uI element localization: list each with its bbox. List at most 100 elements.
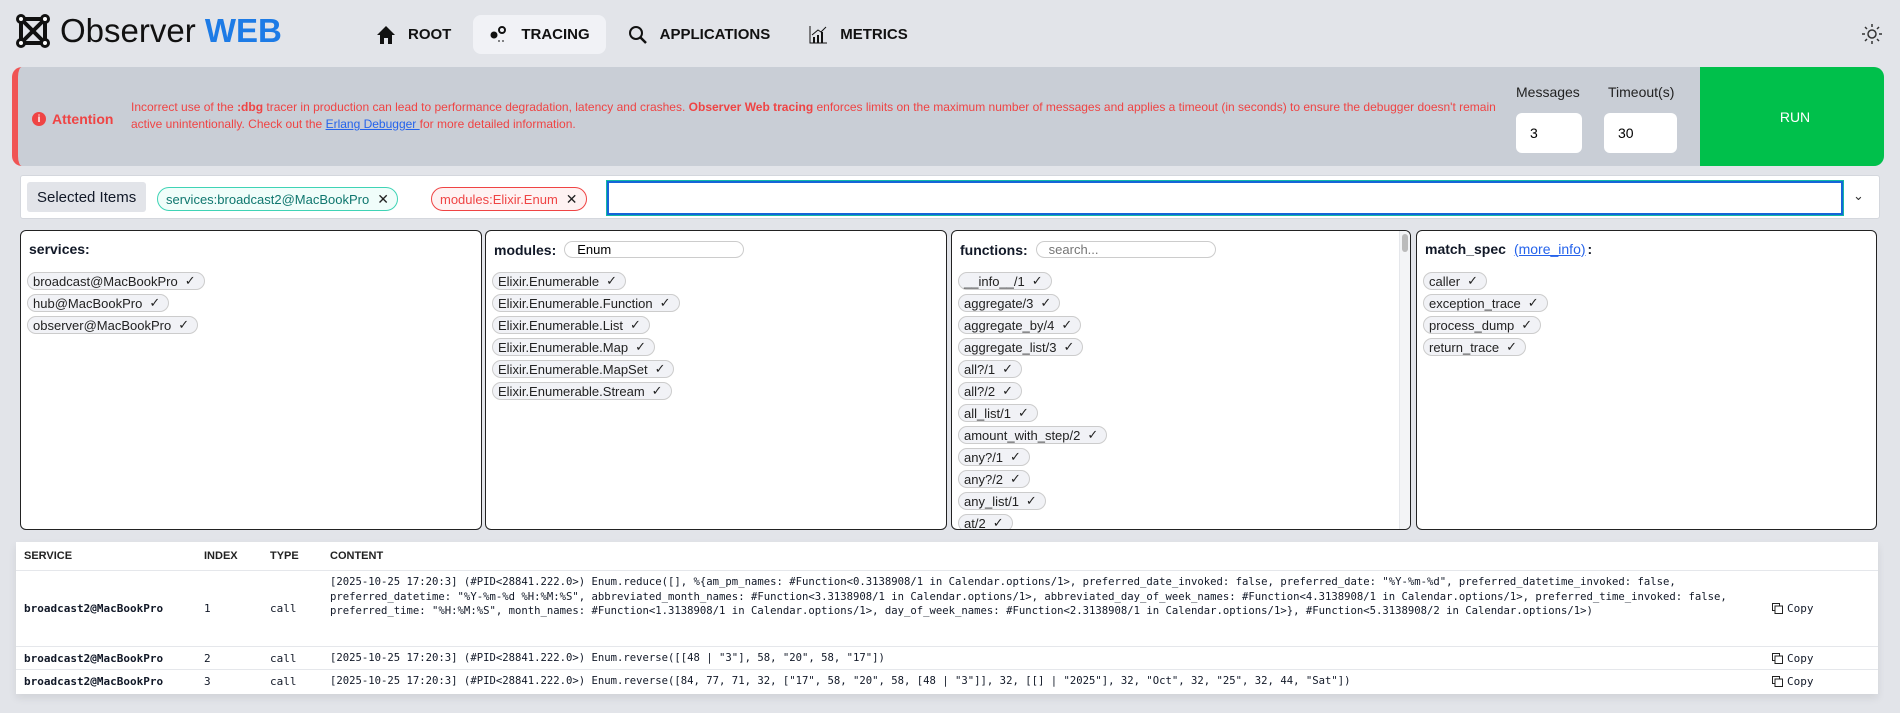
chart-icon — [809, 25, 828, 43]
check-icon: ✓ — [1002, 383, 1013, 398]
messages-input[interactable] — [1516, 113, 1582, 153]
attention-message: Incorrect use of the :dbg tracer in prod… — [131, 100, 1496, 131]
functions-item[interactable]: aggregate_by/4 ✓ — [958, 316, 1082, 334]
check-icon: ✓ — [1010, 471, 1021, 486]
copy-icon — [1772, 603, 1783, 614]
cell-type: call — [270, 602, 297, 615]
selected-items-bar: Selected Items services:broadcast2@MacBo… — [20, 175, 1880, 219]
item-label: any?/2 — [964, 471, 1004, 487]
item-label: all?/2 — [964, 383, 996, 399]
check-icon: ✓ — [1002, 361, 1013, 376]
item-label: hub@MacBookPro — [33, 295, 143, 311]
item-label: aggregate_list/3 — [964, 339, 1057, 355]
check-icon: ✓ — [1087, 427, 1099, 442]
match_spec-item[interactable]: process_dump ✓ — [1423, 316, 1542, 334]
check-icon: ✓ — [1031, 273, 1043, 288]
match_spec-item[interactable]: return_trace ✓ — [1423, 338, 1526, 356]
check-icon: ✓ — [1061, 317, 1073, 332]
scrollbar[interactable] — [1399, 231, 1410, 529]
modules-item[interactable]: Elixir.Enumerable.Function ✓ — [492, 294, 680, 312]
copy-icon — [1772, 676, 1783, 687]
item-label: Elixir.Enumerable.Stream — [498, 383, 645, 399]
functions-item[interactable]: amount_with_step/2 ✓ — [958, 426, 1108, 444]
modules-item[interactable]: Elixir.Enumerable.List ✓ — [492, 316, 650, 334]
item-label: all_list/1 — [964, 405, 1011, 421]
copy-button[interactable]: Copy — [1772, 602, 1814, 615]
functions-item[interactable]: all?/1 ✓ — [958, 360, 1022, 378]
functions-item[interactable]: any?/1 ✓ — [958, 448, 1030, 466]
modules-item[interactable]: Elixir.Enumerable.MapSet ✓ — [492, 360, 675, 378]
nav-root[interactable]: ROOT — [360, 15, 467, 54]
functions-item[interactable]: any?/2 ✓ — [958, 470, 1030, 488]
item-label: Elixir.Enumerable — [498, 273, 600, 289]
item-label: process_dump — [1429, 317, 1515, 333]
modules-item[interactable]: Elixir.Enumerable.Map ✓ — [492, 338, 655, 356]
more-info-link[interactable]: (more_info) — [1514, 241, 1586, 257]
page-edge — [1884, 0, 1900, 713]
functions-item[interactable]: all?/2 ✓ — [958, 382, 1022, 400]
functions-item[interactable]: __info__/1 ✓ — [958, 272, 1052, 290]
copy-button[interactable]: Copy — [1772, 652, 1814, 665]
nav-label: METRICS — [840, 26, 908, 43]
match_spec-item[interactable]: exception_trace ✓ — [1423, 294, 1548, 312]
item-label: broadcast@MacBookPro — [33, 273, 178, 289]
copy-button[interactable]: Copy — [1772, 675, 1814, 688]
col-header-content: CONTENT — [330, 550, 384, 562]
logo[interactable]: Observer WEB — [16, 12, 282, 50]
item-label: aggregate_by/4 — [964, 317, 1055, 333]
functions-item[interactable]: at/2 ✓ — [958, 514, 1013, 529]
functions-item[interactable]: aggregate_list/3 ✓ — [958, 338, 1084, 356]
run-button[interactable]: RUN — [1700, 67, 1884, 166]
close-icon[interactable]: ✕ — [566, 191, 578, 208]
functions-item[interactable]: all_list/1 ✓ — [958, 404, 1038, 422]
cell-content: [2025-10-25 17:20:3] (#PID<28841.222.0>)… — [330, 675, 1351, 687]
match-spec-panel: match_spec (more_info): caller ✓ exception_… — [1416, 230, 1877, 530]
modules-item[interactable]: Elixir.Enumerable.Stream ✓ — [492, 382, 672, 400]
nav-tracing[interactable]: TRACING — [473, 15, 606, 54]
check-icon: ✓ — [1063, 339, 1075, 354]
col-header-service: SERVICE — [24, 550, 73, 562]
table-row: broadcast2@MacBookPro 3 call [2025-10-25… — [16, 669, 1878, 693]
functions-search-input[interactable] — [1035, 241, 1216, 258]
services-item[interactable]: observer@MacBookPro ✓ — [27, 316, 199, 334]
panel-title: functions: — [960, 241, 1028, 258]
functions-item[interactable]: aggregate/3 ✓ — [958, 294, 1061, 312]
item-label: caller — [1429, 273, 1461, 289]
check-icon: ✓ — [1527, 295, 1539, 310]
search-icon — [628, 25, 647, 44]
top-nav: Observer WEB ROOT TRACING APPLICATIONS M… — [0, 0, 1900, 62]
cell-content: [2025-10-25 17:20:3] (#PID<28841.222.0>)… — [330, 576, 1727, 617]
cell-index: 2 — [204, 651, 211, 665]
nav-label: ROOT — [408, 26, 452, 43]
check-icon: ✓ — [606, 273, 618, 288]
messages-label: Messages — [1516, 84, 1580, 100]
panel-title: match_spec — [1425, 241, 1506, 257]
panel-title: services: — [29, 241, 90, 257]
functions-panel: functions: __info__/1✓aggregate/3✓aggreg… — [951, 230, 1411, 530]
selected-chip-module: modules:Elixir.Enum ✕ — [431, 187, 587, 211]
check-icon: ✓ — [654, 361, 666, 376]
services-item[interactable]: hub@MacBookPro ✓ — [27, 294, 170, 312]
check-icon: ✓ — [1010, 449, 1021, 464]
services-item[interactable]: broadcast@MacBookPro ✓ — [27, 272, 205, 290]
nav-metrics[interactable]: METRICS — [792, 15, 924, 54]
item-label: exception_trace — [1429, 295, 1521, 311]
modules-item[interactable]: Elixir.Enumerable ✓ — [492, 272, 627, 290]
chevron-down-icon[interactable]: ⌄ — [1853, 188, 1864, 204]
selected-items-input[interactable] — [606, 180, 1844, 216]
match_spec-item[interactable]: caller ✓ — [1423, 272, 1487, 290]
timeout-input[interactable] — [1604, 113, 1677, 153]
sun-icon[interactable] — [1862, 24, 1882, 44]
modules-search-input[interactable] — [564, 241, 745, 258]
check-icon: ✓ — [1521, 317, 1533, 332]
item-label: Elixir.Enumerable.Function — [498, 295, 653, 311]
functions-item[interactable]: any_list/1 ✓ — [958, 492, 1046, 510]
nav-applications[interactable]: APPLICATIONS — [612, 15, 787, 54]
erlang-debugger-link[interactable]: Erlang Debugger — [326, 117, 420, 131]
selected-items-label: Selected Items — [27, 182, 147, 212]
item-label: __info__/1 — [964, 273, 1025, 289]
check-icon: ✓ — [651, 383, 663, 398]
close-icon[interactable]: ✕ — [377, 191, 389, 208]
table-row: broadcast2@MacBookPro 1 call [2025-10-25… — [16, 570, 1878, 646]
cell-index: 1 — [204, 602, 211, 615]
